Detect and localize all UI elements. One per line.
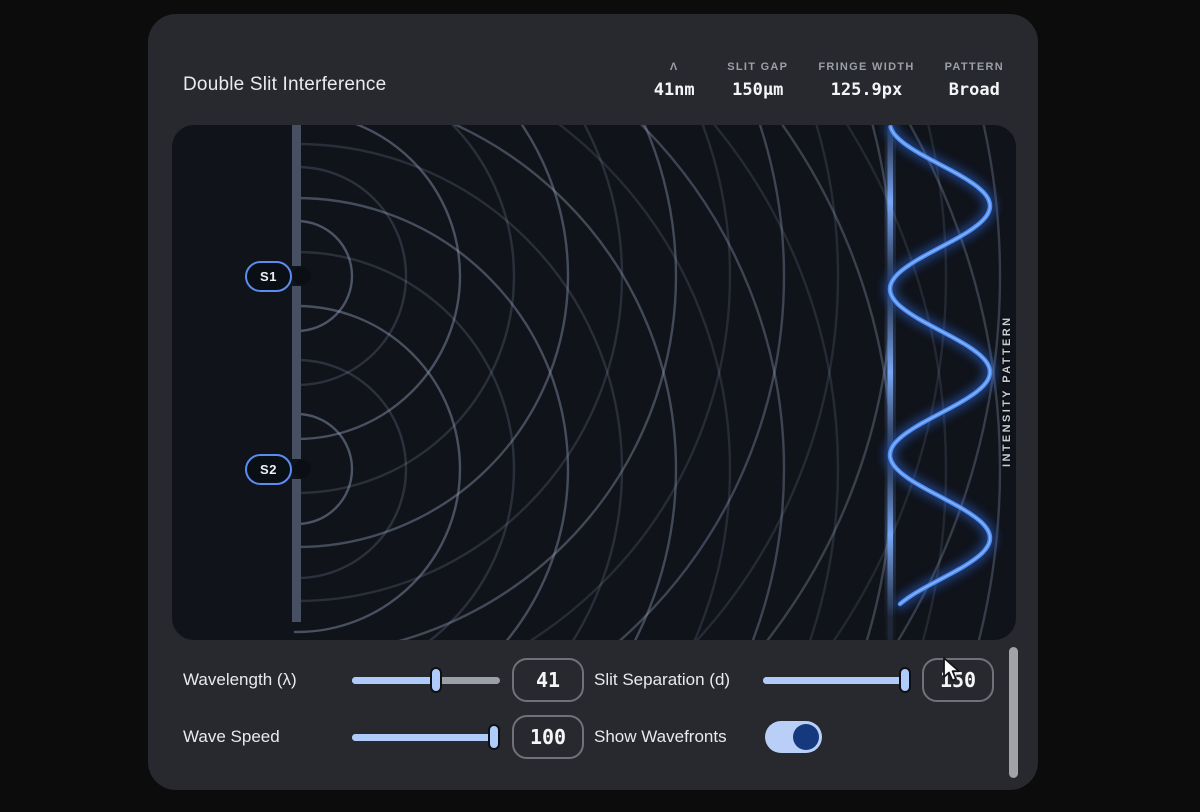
- stat-value: Broad: [949, 80, 1000, 100]
- slit-separation-value-box[interactable]: 150: [922, 658, 994, 702]
- slit-s2-text: S2: [260, 462, 277, 477]
- stat-value: 125.9px: [831, 80, 903, 100]
- simulation-canvas: S1 S2 INTENSITY PATTERN: [172, 125, 1016, 640]
- wave-speed-slider[interactable]: [352, 724, 500, 750]
- stat-label: PATTERN: [945, 61, 1004, 73]
- stat-label: SLIT GAP: [727, 61, 788, 73]
- stat-label: FRINGE WIDTH: [818, 61, 914, 73]
- slider-thumb[interactable]: [488, 724, 500, 750]
- slit-label-s2: S2: [245, 454, 292, 485]
- page-background: Double Slit Interference Λ 41nm SLIT GAP…: [0, 0, 1200, 812]
- slider-thumb[interactable]: [899, 667, 911, 693]
- stat-value: 41nm: [654, 80, 695, 100]
- show-wavefronts-label: Show Wavefronts: [594, 727, 727, 747]
- slit-separation-label: Slit Separation (d): [594, 670, 730, 690]
- stat-wavelength: Λ 41nm: [651, 61, 697, 100]
- show-wavefronts-toggle[interactable]: [765, 721, 822, 753]
- stat-pattern: PATTERN Broad: [945, 61, 1004, 100]
- slider-fill: [763, 677, 911, 684]
- stat-label: Λ: [670, 61, 679, 73]
- header-stats: Λ 41nm SLIT GAP 150μm FRINGE WIDTH 125.9…: [651, 61, 1004, 100]
- page-title: Double Slit Interference: [183, 74, 386, 96]
- slit-s1-text: S1: [260, 269, 277, 284]
- app-card: Double Slit Interference Λ 41nm SLIT GAP…: [148, 14, 1038, 790]
- slit-separation-slider[interactable]: [763, 667, 911, 693]
- intensity-pattern-label: INTENSITY PATTERN: [1001, 297, 1013, 467]
- stat-slit-gap: SLIT GAP 150μm: [727, 61, 788, 100]
- wave-speed-value-box[interactable]: 100: [512, 715, 584, 759]
- scrollbar-thumb[interactable]: [1009, 647, 1018, 778]
- stat-value: 150μm: [732, 80, 783, 100]
- wavelength-label: Wavelength (λ): [183, 670, 297, 690]
- toggle-knob: [793, 724, 819, 750]
- wave-speed-label: Wave Speed: [183, 727, 280, 747]
- wavelength-value-box[interactable]: 41: [512, 658, 584, 702]
- wavefronts-and-intensity-layer: [172, 125, 1016, 640]
- slider-fill: [352, 677, 436, 684]
- slit-label-s1: S1: [245, 261, 292, 292]
- slider-thumb[interactable]: [430, 667, 442, 693]
- stat-fringe-width: FRINGE WIDTH 125.9px: [818, 61, 914, 100]
- wavelength-slider[interactable]: [352, 667, 500, 693]
- slider-fill: [352, 734, 500, 741]
